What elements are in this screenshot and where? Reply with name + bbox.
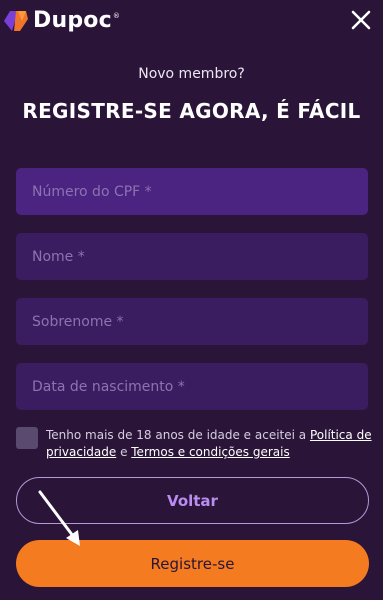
consent-text-start: Tenho mais de 18 anos de idade e aceitei…	[46, 428, 310, 442]
back-button[interactable]: Voltar	[16, 477, 369, 524]
consent-text: Tenho mais de 18 anos de idade e aceitei…	[46, 427, 372, 461]
close-icon	[351, 10, 371, 30]
age-consent-checkbox[interactable]	[16, 427, 38, 449]
registration-page: Dupoc ® Novo membro? REGISTRE-SE AGORA, …	[0, 0, 383, 600]
cpf-field[interactable]	[16, 168, 368, 215]
new-member-subtitle: Novo membro?	[138, 66, 245, 82]
register-button[interactable]: Registre-se	[16, 540, 369, 587]
close-button[interactable]	[349, 8, 373, 32]
registered-mark: ®	[112, 11, 120, 20]
brand-logo[interactable]: Dupoc ®	[2, 8, 120, 33]
header: Dupoc ®	[0, 0, 383, 44]
surname-field[interactable]	[16, 298, 368, 345]
terms-link[interactable]: Termos e condições gerais	[131, 445, 289, 459]
first-name-field[interactable]	[16, 233, 368, 280]
dupoc-logo-icon	[2, 9, 30, 33]
birthdate-field[interactable]	[16, 363, 368, 410]
brand-name: Dupoc	[33, 8, 112, 33]
consent-text-and: e	[116, 445, 132, 459]
page-title: REGISTRE-SE AGORA, É FÁCIL	[22, 99, 361, 123]
